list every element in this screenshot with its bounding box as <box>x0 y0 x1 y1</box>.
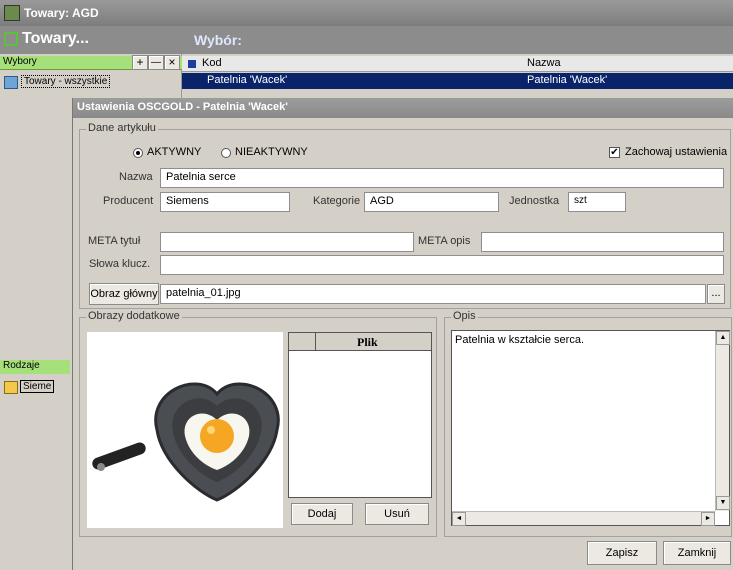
window-title: Towary: AGD <box>24 6 99 20</box>
unit-field[interactable]: szt <box>568 192 626 212</box>
tree-item2-label: Sieme <box>20 380 55 393</box>
description-textarea[interactable]: Patelnia w kształcie serca. ▲ ▼ ◄ ► <box>451 330 730 526</box>
radio-active-dot <box>133 148 143 158</box>
keep-settings-checkbox[interactable]: ✔ Zachowaj ustawienia <box>609 146 733 160</box>
radio-inactive-label: NIEAKTYWNY <box>235 146 308 158</box>
file-column-header[interactable]: Plik <box>357 335 378 350</box>
images-group-label: Obrazy dodatkowe <box>86 310 182 322</box>
dialog-titlebar: Ustawienia OSCGOLD - Patelnia 'Wacek' <box>73 98 733 118</box>
right-panel-header: Wybór: <box>182 26 733 54</box>
frying-pan-image <box>92 382 280 502</box>
scroll-right-icon[interactable]: ► <box>701 512 715 526</box>
vertical-scrollbar[interactable]: ▲ ▼ <box>715 331 730 511</box>
meta-desc-field[interactable] <box>481 232 724 252</box>
browse-button[interactable]: ... <box>707 284 725 304</box>
product-data-group-label: Dane artykułu <box>86 122 158 134</box>
producer-label: Producent <box>103 195 154 207</box>
row-nazwa: Patelnia 'Wacek' <box>527 74 608 86</box>
column-nazwa[interactable]: Nazwa <box>527 57 561 69</box>
grid-header: Kod Nazwa <box>182 56 733 72</box>
keywords-field[interactable] <box>160 255 724 275</box>
remove-file-button[interactable]: Usuń <box>365 503 429 525</box>
main-image-field[interactable]: patelnia_01.jpg <box>160 284 706 304</box>
radio-inactive-dot <box>221 148 231 158</box>
add-file-button[interactable]: Dodaj <box>291 503 353 525</box>
radio-active[interactable]: AKTYWNY <box>133 146 213 160</box>
radio-active-fill <box>136 151 140 155</box>
selector-icon <box>188 60 196 68</box>
scroll-down-icon[interactable]: ▼ <box>716 496 730 510</box>
settings-dialog: Ustawienia OSCGOLD - Patelnia 'Wacek' Da… <box>72 98 733 570</box>
category-field[interactable]: AGD <box>364 192 499 212</box>
keywords-label: Słowa klucz. <box>89 258 151 270</box>
description-group-label: Opis <box>451 310 478 322</box>
rodzaje-header: Rodzaje <box>0 360 70 374</box>
wybory-label: Wybory <box>3 56 37 67</box>
close-selection-button[interactable]: × <box>164 55 180 70</box>
save-button[interactable]: Zapisz <box>587 541 657 565</box>
right-panel: Wybór: Kod Nazwa Patelnia 'Wacek' Pateln… <box>182 26 733 106</box>
keep-settings-label: Zachowaj ustawienia <box>625 146 728 158</box>
app-icon <box>4 5 20 21</box>
file-list-header: Plik <box>289 333 431 351</box>
checkbox-box: ✔ <box>609 147 620 158</box>
file-list-corner <box>289 333 316 351</box>
name-field[interactable]: Patelnia serce <box>160 168 724 188</box>
close-button[interactable]: Zamknij <box>663 541 731 565</box>
add-selection-button[interactable]: + <box>132 55 148 70</box>
scroll-left-icon[interactable]: ◄ <box>452 512 466 526</box>
tree-node-icon <box>4 76 18 89</box>
unit-label: Jednostka <box>509 195 560 207</box>
meta-title-label: META tytuł <box>88 235 141 247</box>
table-row[interactable]: Patelnia 'Wacek' Patelnia 'Wacek' <box>182 73 733 89</box>
towary-icon <box>4 32 18 46</box>
right-panel-title: Wybór: <box>194 32 242 48</box>
file-list[interactable]: Plik <box>288 332 432 498</box>
remove-selection-button[interactable]: — <box>148 55 164 70</box>
description-text: Patelnia w kształcie serca. <box>455 334 584 346</box>
meta-title-field[interactable] <box>160 232 414 252</box>
producer-field[interactable]: Siemens <box>160 192 290 212</box>
radio-inactive[interactable]: NIEAKTYWNY <box>221 146 321 160</box>
category-label: Kategorie <box>313 195 361 207</box>
tree-item-all[interactable]: Towary - wszystkie <box>4 75 134 91</box>
tree-item-label: Towary - wszystkie <box>21 75 111 88</box>
row-kod: Patelnia 'Wacek' <box>207 74 288 86</box>
left-panel-title: Towary... <box>22 30 89 47</box>
column-kod[interactable]: Kod <box>202 57 222 69</box>
main-image-button[interactable]: Obraz główny <box>89 283 159 305</box>
radio-active-label: AKTYWNY <box>147 146 202 158</box>
dialog-title: Ustawienia OSCGOLD - Patelnia 'Wacek' <box>77 101 288 113</box>
name-label: Nazwa <box>119 171 153 183</box>
scroll-up-icon[interactable]: ▲ <box>716 331 730 345</box>
window-titlebar: Towary: AGD <box>0 0 733 26</box>
tree-item-sieme[interactable]: Sieme <box>4 380 70 396</box>
product-image <box>87 332 283 528</box>
rodzaje-label: Rodzaje <box>3 360 40 371</box>
category-icon <box>4 381 18 394</box>
left-panel-header: Towary... <box>0 26 182 54</box>
horizontal-scrollbar[interactable]: ◄ ► <box>452 511 715 526</box>
meta-desc-label: META opis <box>418 235 471 247</box>
